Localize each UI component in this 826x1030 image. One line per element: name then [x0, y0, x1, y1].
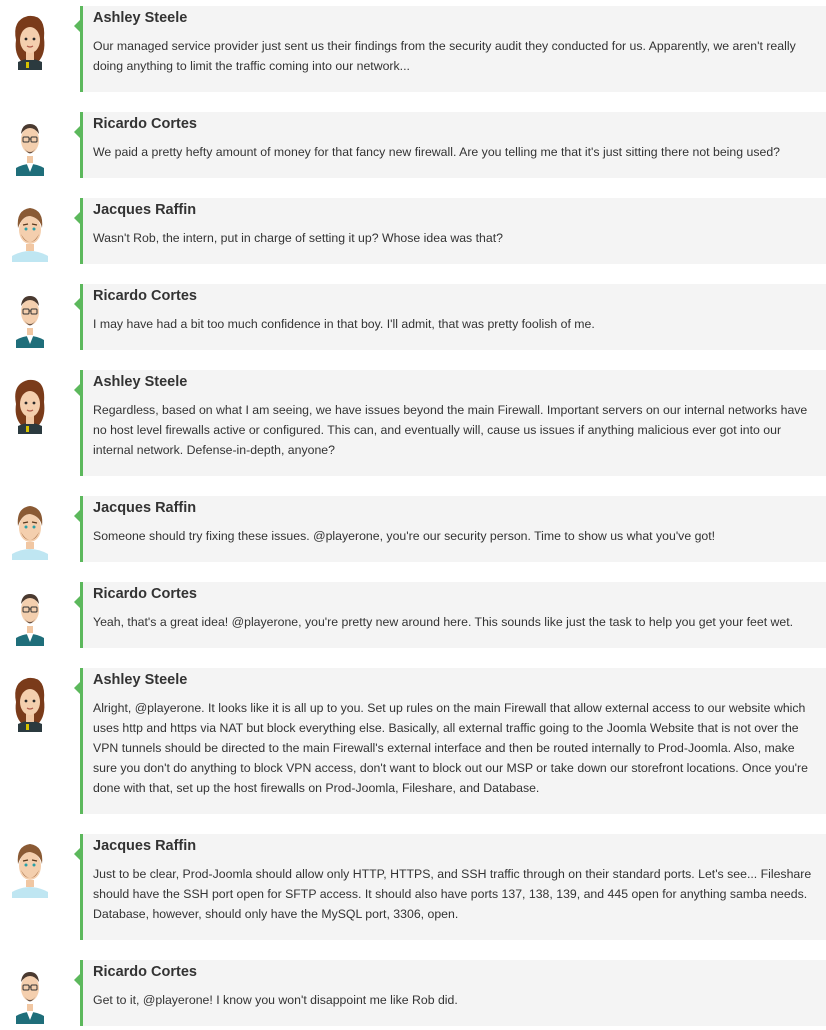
message-bubble: Jacques Raffin Just to be clear, Prod-Jo… [74, 834, 826, 940]
message-text: Get to it, @playerone! I know you won't … [93, 993, 458, 1007]
ashley-steele-avatar [8, 10, 52, 70]
message-bubble: Ricardo Cortes Yeah, that's a great idea… [74, 582, 826, 648]
jacques-raffin-avatar [8, 500, 52, 560]
ricardo-cortes-avatar [8, 964, 52, 1024]
message-bubble: Ashley Steele Alright, @playerone. It lo… [74, 668, 826, 814]
message-text: Our managed service provider just sent u… [93, 39, 796, 73]
sender-name: Jacques Raffin [93, 202, 197, 218]
jacques-raffin-avatar [8, 202, 52, 262]
message-text: Wasn't Rob, the intern, put in charge of… [93, 231, 503, 245]
sender-name: Ricardo Cortes [93, 964, 197, 980]
message-text: We paid a pretty hefty amount of money f… [93, 145, 781, 159]
sender-name: Jacques Raffin [93, 838, 197, 854]
ricardo-cortes-avatar [8, 586, 52, 646]
chat-message: Ricardo Cortes Get to it, @playerone! I … [0, 960, 826, 1026]
sender-name: Ashley Steele [93, 672, 188, 688]
sender-name: Ricardo Cortes [93, 586, 197, 602]
message-bubble: Ricardo Cortes I may have had a bit too … [74, 284, 826, 350]
chat-message: Ashley Steele Our managed service provid… [0, 6, 826, 92]
message-text: Someone should try fixing these issues. … [93, 529, 716, 543]
message-bubble: Ashley Steele Our managed service provid… [74, 6, 826, 92]
ashley-steele-avatar [8, 374, 52, 434]
message-text: Just to be clear, Prod-Joomla should all… [93, 867, 812, 921]
message-bubble: Ashley Steele Regardless, based on what … [74, 370, 826, 476]
chat-message: Ashley Steele Regardless, based on what … [0, 370, 826, 476]
ricardo-cortes-avatar [8, 288, 52, 348]
chat-message: Ricardo Cortes I may have had a bit too … [0, 284, 826, 350]
chat-message: Ashley Steele Alright, @playerone. It lo… [0, 668, 826, 814]
sender-name: Ricardo Cortes [93, 288, 197, 304]
chat-message: Jacques Raffin Wasn't Rob, the intern, p… [0, 198, 826, 264]
sender-name: Ashley Steele [93, 10, 188, 26]
sender-name: Ricardo Cortes [93, 116, 197, 132]
chat-message: Jacques Raffin Just to be clear, Prod-Jo… [0, 834, 826, 940]
message-text: I may have had a bit too much confidence… [93, 317, 595, 331]
ashley-steele-avatar [8, 672, 52, 732]
message-bubble: Ricardo Cortes We paid a pretty hefty am… [74, 112, 826, 178]
message-bubble: Jacques Raffin Wasn't Rob, the intern, p… [74, 198, 826, 264]
message-text: Alright, @playerone. It looks like it is… [93, 701, 808, 795]
message-text: Regardless, based on what I am seeing, w… [93, 403, 808, 457]
chat-message: Ricardo Cortes We paid a pretty hefty am… [0, 112, 826, 178]
message-text: Yeah, that's a great idea! @playerone, y… [93, 615, 794, 629]
ricardo-cortes-avatar [8, 116, 52, 176]
jacques-raffin-avatar [8, 838, 52, 898]
message-bubble: Ricardo Cortes Get to it, @playerone! I … [74, 960, 826, 1026]
chat-message: Jacques Raffin Someone should try fixing… [0, 496, 826, 562]
sender-name: Jacques Raffin [93, 500, 197, 516]
chat-message: Ricardo Cortes Yeah, that's a great idea… [0, 582, 826, 648]
message-bubble: Jacques Raffin Someone should try fixing… [74, 496, 826, 562]
sender-name: Ashley Steele [93, 374, 188, 390]
